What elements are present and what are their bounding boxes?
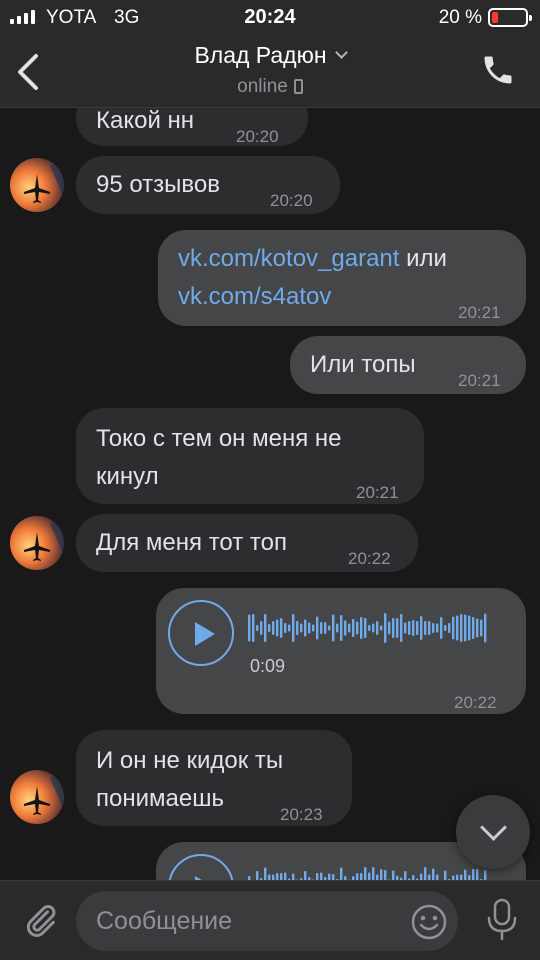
online-status-text: online	[237, 76, 288, 97]
message-time: 20:22	[454, 693, 497, 712]
message-time: 20:20	[236, 127, 279, 146]
message-time: 20:21	[458, 371, 501, 390]
message-composer	[0, 880, 540, 960]
battery-level	[492, 12, 498, 23]
paperclip-icon	[26, 905, 56, 937]
message-time: 20:21	[458, 303, 501, 322]
status-bar: YOTA 3G 20:24 20 %	[0, 0, 540, 36]
link-s4atov[interactable]: vk.com/s4atov	[178, 283, 331, 310]
message-text: vk.com/kotov_garant или	[178, 240, 447, 277]
voice-message-outgoing[interactable]: 0:09 20:22	[156, 588, 526, 714]
chevron-down-icon	[334, 46, 348, 59]
avatar[interactable]	[10, 516, 64, 570]
chat-title-button[interactable]: Влад Радюн	[0, 42, 540, 69]
voice-waveform[interactable]	[248, 608, 492, 648]
message-incoming[interactable]: 95 отзывов 20:20	[76, 156, 340, 214]
message-text: Или топы	[310, 351, 416, 378]
airplane-avatar-image	[10, 158, 64, 212]
mobile-device-icon	[293, 79, 303, 94]
message-text-line2: понимаешь	[96, 785, 224, 812]
message-time: 20:23	[280, 805, 323, 824]
message-time: 20:21	[356, 483, 399, 502]
airplane-avatar-image	[10, 770, 64, 824]
message-text: 95 отзывов	[96, 171, 221, 198]
avatar[interactable]	[10, 158, 64, 212]
phone-icon	[484, 56, 512, 84]
message-list[interactable]: Какой нн 20:20 95 отзывов 20:20 vk.com/k…	[0, 108, 540, 880]
play-button[interactable]	[168, 600, 234, 666]
battery-percent: 20 %	[438, 7, 482, 28]
message-input[interactable]	[76, 891, 458, 951]
message-incoming[interactable]: Для меня тот топ 20:22	[76, 514, 418, 572]
message-text: Токо с тем он меня не	[96, 425, 342, 452]
emoji-button[interactable]	[410, 903, 448, 941]
scroll-down-button[interactable]	[456, 795, 530, 869]
call-button[interactable]	[480, 52, 516, 88]
airplane-avatar-image	[10, 516, 64, 570]
message-time: 20:20	[270, 191, 313, 210]
message-text: И он не кидок ты	[96, 747, 284, 774]
microphone-icon	[487, 898, 517, 941]
message-text: Для меня тот топ	[96, 529, 287, 556]
link-kotov-garant[interactable]: vk.com/kotov_garant	[178, 245, 399, 272]
message-outgoing[interactable]: vk.com/kotov_garant или vk.com/s4atov 20…	[158, 230, 526, 326]
voice-waveform[interactable]	[248, 862, 492, 880]
voice-record-button[interactable]	[484, 897, 520, 943]
message-text-line2: кинул	[96, 463, 159, 490]
avatar[interactable]	[10, 770, 64, 824]
emoji-icon	[411, 904, 447, 940]
contact-name: Влад Радюн	[194, 42, 327, 68]
message-time: 20:22	[348, 549, 391, 568]
message-text: Какой нн	[96, 108, 195, 134]
attach-button[interactable]	[20, 899, 60, 943]
message-incoming[interactable]: Какой нн 20:20	[76, 108, 308, 146]
message-outgoing[interactable]: Или топы 20:21	[290, 336, 526, 394]
chat-header: Влад Радюн online	[0, 36, 540, 108]
message-text-middle: или	[399, 245, 447, 272]
message-incoming[interactable]: И он не кидок ты понимаешь 20:23	[76, 730, 352, 826]
message-incoming[interactable]: Токо с тем он меня не кинул 20:21	[76, 408, 424, 504]
voice-duration: 0:09	[250, 656, 286, 676]
play-button[interactable]	[168, 854, 234, 880]
message-text-line2: vk.com/s4atov	[178, 278, 331, 315]
battery-icon	[488, 8, 532, 27]
online-status: online	[0, 76, 540, 98]
